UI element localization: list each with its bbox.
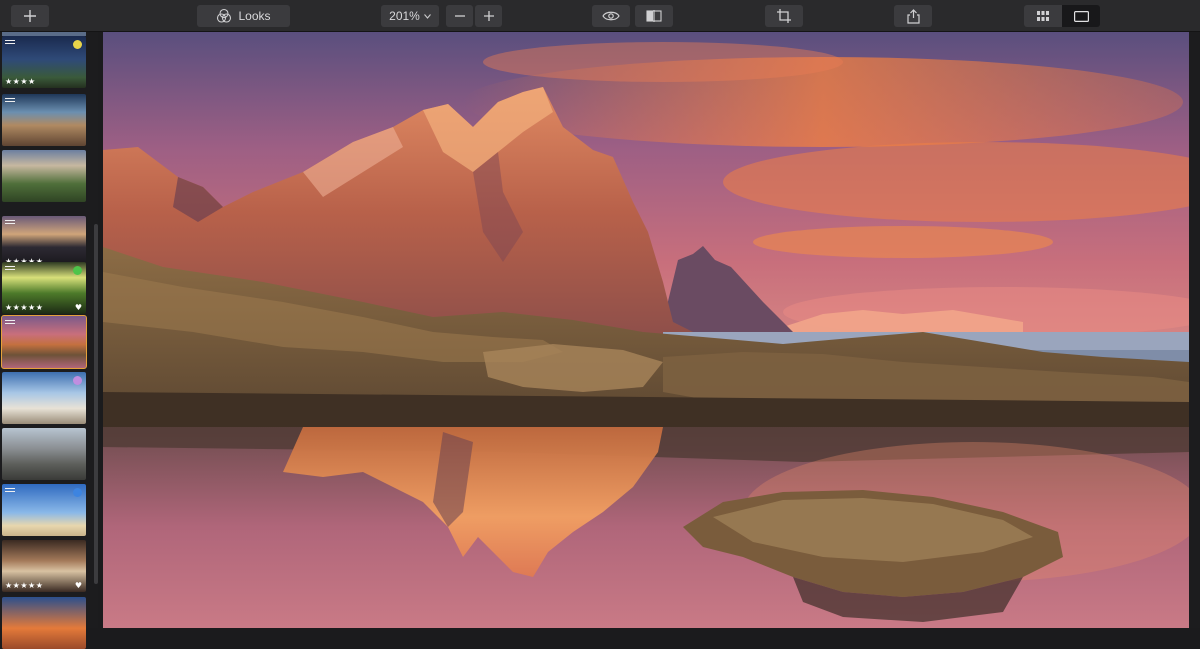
filmstrip-thumbnail[interactable]: ★★★★★ ♥ [2, 540, 86, 592]
thumbnail-image [2, 150, 86, 202]
grid-view-button[interactable] [1024, 5, 1062, 27]
thumbnail-image [2, 428, 86, 480]
filmstrip-thumbnail[interactable]: ★★★★★ [2, 216, 86, 268]
filmstrip-thumbnail[interactable] [2, 94, 86, 146]
zoom-value: 201% [389, 9, 420, 23]
share-button[interactable] [894, 5, 932, 27]
main-photo [103, 32, 1189, 628]
plus-icon [483, 11, 494, 21]
grid-icon [1037, 11, 1049, 21]
filmstrip-thumbnail[interactable] [2, 428, 86, 480]
adjustments-icon [5, 319, 15, 325]
thumbnail-image [2, 597, 86, 649]
filmstrip-thumbnail[interactable] [1, 315, 87, 369]
split-compare-icon [646, 10, 662, 22]
adjustments-icon [5, 97, 15, 103]
star-rating: ★★★★★ [5, 303, 44, 312]
filmstrip-thumbnail[interactable] [2, 372, 86, 424]
filmstrip-thumbnail[interactable]: ★★★★ [2, 36, 86, 88]
filmstrip-thumbnail[interactable] [2, 597, 86, 649]
color-label-badge [73, 488, 82, 497]
filmstrip-thumbnail[interactable] [2, 150, 86, 202]
star-rating: ★★★★★ [5, 581, 44, 590]
single-view-icon [1073, 10, 1089, 22]
adjustments-icon [5, 39, 15, 45]
zoom-in-button[interactable] [475, 5, 502, 27]
adjustments-icon [5, 219, 15, 225]
chevron-down-icon [423, 13, 431, 19]
adjustments-icon [5, 265, 15, 271]
zoom-select[interactable]: 201% [381, 5, 439, 27]
right-edge [1189, 32, 1200, 628]
adjustments-icon [5, 487, 15, 493]
crop-icon [777, 9, 791, 23]
minus-icon [454, 15, 465, 17]
zoom-out-button[interactable] [446, 5, 473, 27]
color-label-badge [73, 266, 82, 275]
heart-icon: ♥ [74, 581, 82, 590]
star-rating: ★★★★ [5, 77, 36, 86]
share-icon [906, 8, 920, 24]
eye-icon [602, 11, 620, 21]
heart-icon: ♥ [74, 303, 82, 312]
crop-button[interactable] [765, 5, 803, 27]
top-toolbar: Looks 201% [0, 0, 1200, 32]
looks-icon [217, 8, 232, 23]
looks-label: Looks [238, 9, 271, 23]
plus-icon [24, 10, 36, 22]
color-label-badge [73, 40, 82, 49]
filmstrip-scrollbar[interactable] [94, 224, 98, 584]
preview-button[interactable] [592, 5, 630, 27]
compare-button[interactable] [635, 5, 673, 27]
filmstrip-thumbnail[interactable]: ★★★★★ ♥ [2, 262, 86, 314]
filmstrip-thumbnail[interactable] [2, 484, 86, 536]
looks-button[interactable]: Looks [197, 5, 290, 27]
add-button[interactable] [11, 5, 49, 27]
single-view-button[interactable] [1062, 5, 1100, 27]
color-label-badge [73, 376, 82, 385]
photo-viewer[interactable] [103, 32, 1189, 628]
